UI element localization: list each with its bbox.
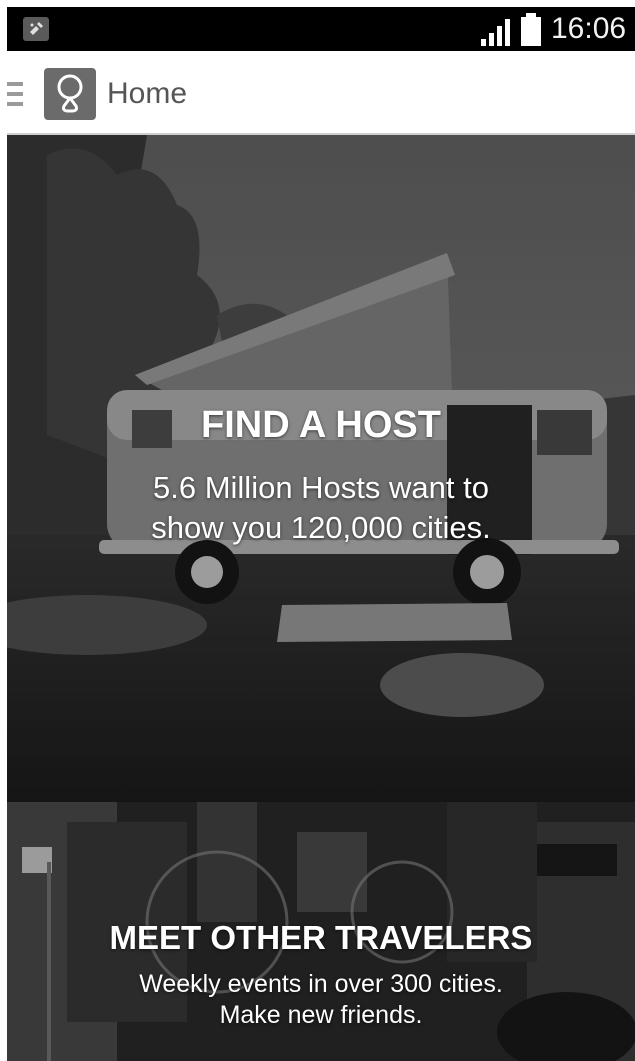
couchsurfing-logo-icon[interactable]: [44, 68, 96, 120]
app-notification-icon: [23, 17, 49, 41]
signal-strength-icon: [481, 19, 510, 46]
status-clock: 16:06: [551, 12, 627, 45]
find-a-host-title: FIND A HOST: [201, 404, 441, 446]
hamburger-menu-icon[interactable]: [7, 80, 25, 108]
app-screen: 16:06 Home FIND A HOST 5.6 Million Hosts…: [7, 7, 635, 1061]
status-bar: 16:06: [7, 7, 635, 51]
meet-other-travelers-title: MEET OTHER TRAVELERS: [109, 919, 533, 956]
meet-other-travelers-card[interactable]: MEET OTHER TRAVELERS Weekly events in ov…: [7, 802, 635, 1061]
meet-other-travelers-description: Weekly events in over 300 cities. Make n…: [7, 969, 635, 1031]
battery-icon: [521, 13, 541, 46]
find-a-host-description-line2: show you 120,000 cities.: [151, 510, 491, 545]
meet-other-travelers-description-line2: Make new friends.: [219, 1001, 423, 1029]
find-a-host-description: 5.6 Million Hosts want to show you 120,0…: [7, 468, 635, 548]
find-a-host-description-line1: 5.6 Million Hosts want to: [153, 470, 489, 505]
action-bar: Home: [7, 51, 635, 135]
meet-other-travelers-description-line1: Weekly events in over 300 cities.: [139, 970, 503, 998]
find-a-host-card[interactable]: FIND A HOST 5.6 Million Hosts want to sh…: [7, 135, 635, 802]
page-title: Home: [107, 77, 188, 110]
